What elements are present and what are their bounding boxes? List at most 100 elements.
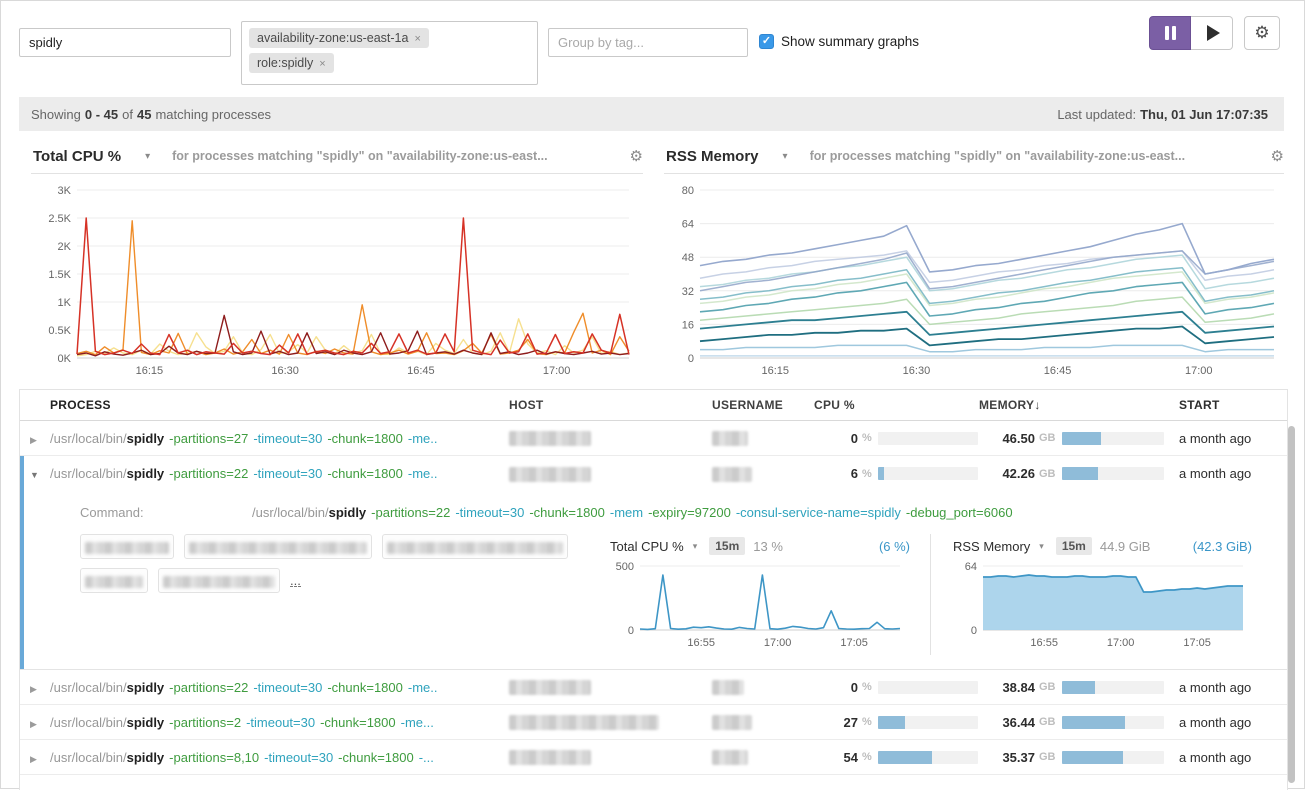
show-summary-toggle[interactable]: ✓ Show summary graphs (759, 34, 919, 49)
cpu-bar (878, 467, 978, 480)
expand-caret-icon[interactable]: ▶ (30, 754, 37, 764)
last-updated-value: Thu, 01 Jun 17:07:35 (1140, 107, 1268, 122)
chevron-down-icon[interactable]: ▾ (693, 541, 698, 552)
expand-caret-icon[interactable]: ▶ (30, 684, 37, 694)
start-cell: a month ago (1165, 750, 1251, 765)
memory-value: 42.26 (979, 466, 1035, 481)
svg-text:2K: 2K (58, 241, 72, 253)
column-username[interactable]: USERNAME (712, 398, 814, 412)
cpu-unit: % (862, 716, 872, 728)
tag-pill-role[interactable]: role:spidly× (249, 53, 334, 73)
svg-text:0K: 0K (58, 353, 72, 365)
redacted-tag-pill[interactable] (80, 534, 174, 559)
remove-tag-icon[interactable]: × (414, 33, 420, 45)
process-command: /usr/local/bin/spidly-partitions=27-time… (50, 431, 509, 446)
table-scrollbar-thumb[interactable] (1288, 426, 1295, 783)
more-tags-link[interactable]: ... (290, 575, 301, 587)
memory-summary-chart-card: RSS Memory ▾ for processes matching "spi… (664, 139, 1284, 384)
process-row[interactable]: ▶ /usr/local/bin/spidly-partitions=27-ti… (20, 421, 1287, 456)
redacted-host (509, 431, 591, 446)
cpu-value: 54 (814, 750, 858, 765)
host-cell (509, 430, 712, 446)
gear-icon[interactable]: ⚙ (1271, 147, 1284, 165)
status-bar: Showing 0 - 45 of 45 matching processes … (19, 97, 1284, 131)
process-row[interactable]: ▶ /usr/local/bin/spidly-partitions=22-ti… (20, 670, 1287, 705)
process-cpu-chart-card: Total CPU % ▾ 15m 13 % (6 %) 050016:5517… (610, 534, 910, 655)
svg-text:16:30: 16:30 (903, 365, 931, 377)
cpu-latest-value: (6 %) (879, 539, 910, 554)
chevron-down-icon[interactable]: ▾ (783, 151, 788, 162)
pause-icon (1165, 26, 1176, 40)
redacted-tag-pill[interactable] (80, 568, 148, 593)
process-mini-charts: Total CPU % ▾ 15m 13 % (6 %) 050016:5517… (610, 534, 1252, 655)
process-row-expanded[interactable]: ▼ /usr/local/bin/spidly-partitions=22-ti… (20, 456, 1287, 491)
memory-avg-value: 44.9 GiB (1100, 539, 1151, 554)
play-button[interactable] (1191, 16, 1233, 50)
expand-caret-icon[interactable]: ▶ (30, 719, 37, 729)
process-search-input[interactable] (19, 28, 231, 57)
showing-prefix: Showing (31, 107, 81, 122)
host-cell (509, 749, 712, 765)
redacted-tag-pill[interactable] (184, 534, 372, 559)
process-row[interactable]: ▶ /usr/local/bin/spidly-partitions=8,10-… (20, 740, 1287, 775)
redacted-host (509, 467, 591, 482)
memory-unit: GB (1039, 432, 1056, 444)
redacted-host (509, 715, 659, 730)
redacted-tag-pill[interactable] (382, 534, 568, 559)
memory-bar (1062, 681, 1164, 694)
process-table: PROCESS HOST USERNAME CPU % MEMORY↓ STAR… (19, 389, 1288, 790)
start-cell: a month ago (1165, 431, 1251, 446)
mini-memory-title: RSS Memory (953, 539, 1030, 554)
svg-text:17:05: 17:05 (1183, 637, 1211, 649)
cpu-unit: % (862, 468, 872, 480)
svg-text:48: 48 (682, 252, 694, 264)
start-cell: a month ago (1165, 715, 1251, 730)
timeframe-badge[interactable]: 15m (709, 537, 745, 555)
process-row[interactable]: ▶ /usr/local/bin/spidly-partitions=2-tim… (20, 705, 1287, 740)
column-start[interactable]: START (1165, 398, 1220, 412)
memory-bar (1062, 751, 1164, 764)
collapse-caret-icon[interactable]: ▼ (30, 470, 39, 480)
tag-pill-availability-zone[interactable]: availability-zone:us-east-1a × (249, 28, 429, 48)
memory-value: 38.84 (979, 680, 1035, 695)
settings-button[interactable]: ⚙ (1244, 16, 1280, 50)
process-command: /usr/local/bin/spidly-partitions=22-time… (50, 680, 509, 695)
expand-caret-icon[interactable]: ▶ (30, 435, 37, 445)
column-process[interactable]: PROCESS (50, 398, 509, 412)
checkbox-checked-icon[interactable]: ✓ (759, 34, 774, 49)
column-host[interactable]: HOST (509, 398, 712, 412)
cpu-unit: % (862, 432, 872, 444)
showing-range: 0 - 45 (85, 107, 118, 122)
gear-icon[interactable]: ⚙ (630, 147, 643, 165)
svg-text:64: 64 (682, 219, 694, 231)
showing-suffix: matching processes (155, 107, 271, 122)
username-cell (712, 679, 814, 695)
timeframe-badge[interactable]: 15m (1056, 537, 1092, 555)
redacted-username (712, 750, 748, 765)
remove-tag-icon[interactable]: × (319, 58, 325, 70)
pause-button[interactable] (1149, 16, 1191, 50)
redacted-host (509, 680, 591, 695)
memory-unit: GB (1039, 681, 1056, 693)
svg-text:1.5K: 1.5K (48, 269, 71, 281)
svg-text:16:15: 16:15 (136, 365, 164, 377)
host-cell (509, 714, 712, 730)
process-command: /usr/local/bin/spidly-partitions=22-time… (50, 466, 509, 481)
svg-text:17:00: 17:00 (543, 365, 571, 377)
group-by-tag-input[interactable] (548, 28, 748, 57)
svg-text:17:05: 17:05 (840, 637, 868, 649)
chevron-down-icon[interactable]: ▾ (1039, 541, 1044, 552)
process-command: /usr/local/bin/spidly-partitions=2-timeo… (50, 715, 509, 730)
redacted-tag-pill[interactable] (158, 568, 280, 593)
tag-label: availability-zone:us-east-1a (257, 31, 408, 45)
cpu-bar (878, 432, 978, 445)
tag-filter-box[interactable]: availability-zone:us-east-1a × role:spidl… (241, 21, 538, 85)
svg-text:17:00: 17:00 (764, 637, 792, 649)
chevron-down-icon[interactable]: ▾ (145, 151, 150, 162)
memory-bar (1062, 432, 1164, 445)
column-memory[interactable]: MEMORY↓ (979, 398, 1165, 412)
redacted-username (712, 467, 752, 482)
column-cpu[interactable]: CPU % (814, 398, 979, 412)
svg-text:0: 0 (971, 625, 977, 637)
svg-text:1K: 1K (58, 297, 72, 309)
